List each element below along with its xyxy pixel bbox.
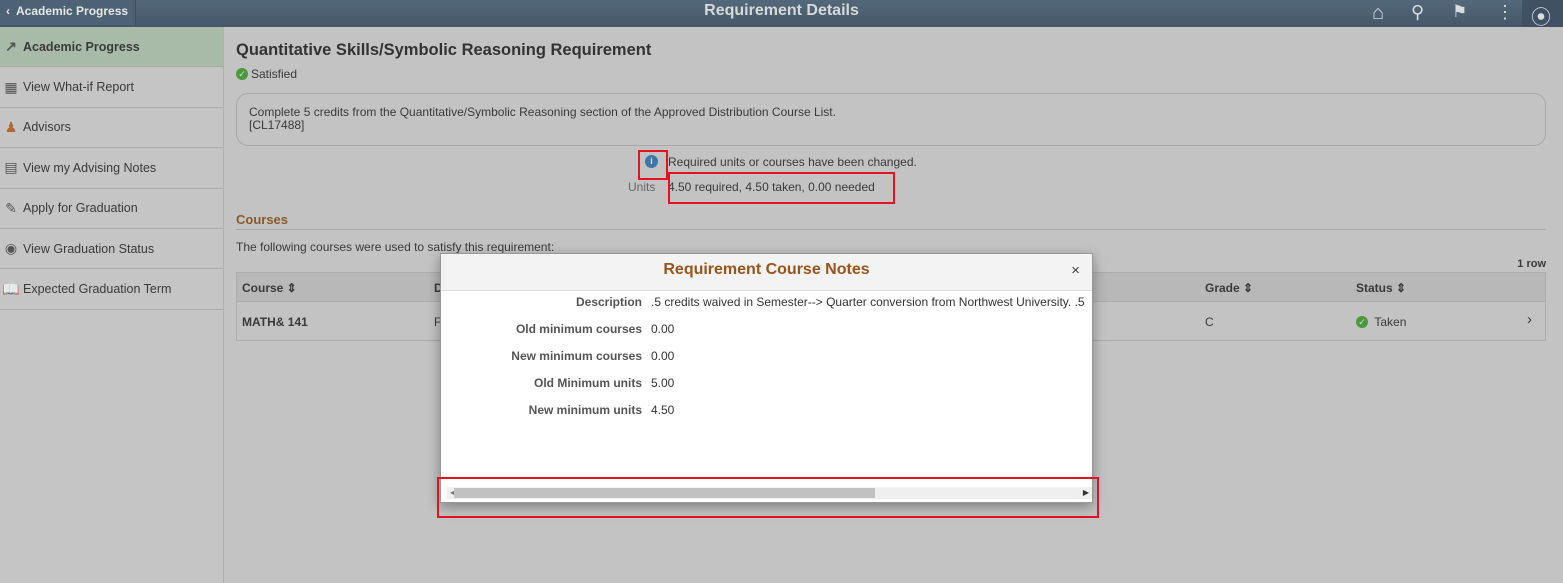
application-icon: ✎: [5, 199, 17, 216]
column-header-course[interactable]: Course ⇕: [242, 281, 297, 295]
close-icon[interactable]: ×: [1071, 262, 1080, 279]
sidebar-item-expected-term[interactable]: 📖 Expected Graduation Term: [0, 269, 223, 310]
field-description: Description .5 credits waived in Semester…: [575, 295, 1085, 309]
sidebar-item-label: View my Advising Notes: [23, 160, 157, 175]
requirement-title: Quantitative Skills/Symbolic Reasoning R…: [236, 41, 652, 59]
courses-intro: The following courses were used to satis…: [236, 240, 555, 254]
description-text: Complete 5 credits from the Quantitative…: [249, 105, 836, 119]
modal-header: Requirement Course Notes ×: [441, 254, 1092, 291]
units-label: Units: [628, 180, 656, 194]
clipboard-icon: ▤: [4, 159, 18, 176]
check-circle-icon: ✓: [236, 68, 248, 80]
modal-title: Requirement Course Notes: [663, 261, 870, 278]
field-new-min-units: New minimum units 4.50: [528, 403, 675, 417]
highlight-box-scrollbar: [437, 477, 1099, 518]
navbar-compass-icon: ⦿: [1531, 7, 1551, 29]
requirement-code: [CL17488]: [249, 118, 305, 132]
sidebar-item-apply-graduation[interactable]: ✎ Apply for Graduation: [0, 189, 223, 229]
requirement-description: Complete 5 credits from the Quantitative…: [236, 93, 1546, 146]
top-banner: ‹ Academic Progress Requirement Details ⌂…: [0, 0, 1563, 29]
report-icon: ▦: [4, 78, 18, 95]
status-text: Satisfied: [251, 67, 298, 81]
search-icon[interactable]: ⚲: [1411, 2, 1424, 23]
sidebar-item-label: Expected Graduation Term: [23, 282, 172, 297]
courses-heading: Courses: [236, 212, 1546, 230]
flag-icon[interactable]: ⚑: [1452, 2, 1467, 22]
book-icon: 📖: [2, 280, 20, 297]
course-notes-modal: Requirement Course Notes × Description .5…: [440, 253, 1093, 503]
status-badge: ✓ Satisfied: [236, 67, 297, 81]
sidebar-item-advising-notes[interactable]: ▤ View my Advising Notes: [0, 148, 223, 189]
navbar-button[interactable]: ⦿: [1522, 0, 1563, 29]
sidebar-item-graduation-status[interactable]: ◉ View Graduation Status: [0, 229, 223, 270]
sidebar-item-label: Advisors: [23, 120, 71, 135]
sidebar-item-label: Apply for Graduation: [23, 201, 138, 216]
field-old-min-units: Old Minimum units 5.00: [534, 376, 675, 390]
home-icon[interactable]: ⌂: [1372, 2, 1384, 25]
sidebar-item-label: Academic Progress: [23, 39, 140, 54]
sidebar-item-what-if[interactable]: ▦ View What-if Report: [0, 67, 223, 108]
people-icon: ♟: [4, 118, 18, 135]
sidebar: ↗ Academic Progress ▦ View What-if Report …: [0, 27, 224, 583]
info-message: Required units or courses have been chan…: [668, 155, 917, 169]
highlight-box-units: [668, 172, 895, 204]
check-circle-icon: ✓: [1356, 316, 1368, 328]
grade-cell: C: [1205, 315, 1214, 329]
course-cell: MATH& 141: [242, 315, 308, 329]
status-cell: ✓ Taken: [1356, 315, 1406, 329]
column-header-status[interactable]: Status ⇕: [1356, 281, 1406, 295]
sidebar-item-label: View What-if Report: [23, 80, 134, 95]
column-header-grade[interactable]: Grade ⇕: [1205, 281, 1253, 295]
chevron-right-icon[interactable]: ›: [1527, 311, 1532, 328]
field-new-min-courses: New minimum courses 0.00: [511, 349, 675, 363]
sidebar-item-advisors[interactable]: ♟ Advisors: [0, 108, 223, 149]
field-old-min-courses: Old minimum courses 0.00: [515, 322, 675, 336]
row-count: 1 row: [1517, 258, 1546, 270]
graduation-cap-icon: ◉: [4, 240, 18, 257]
chart-line-icon: ↗: [5, 38, 17, 55]
sidebar-item-academic-progress[interactable]: ↗ Academic Progress: [0, 27, 223, 68]
page-title: Requirement Details: [704, 2, 859, 19]
highlight-box-info: [638, 150, 668, 180]
sidebar-item-label: View Graduation Status: [23, 241, 155, 256]
more-vertical-icon[interactable]: ⋮: [1496, 2, 1514, 23]
